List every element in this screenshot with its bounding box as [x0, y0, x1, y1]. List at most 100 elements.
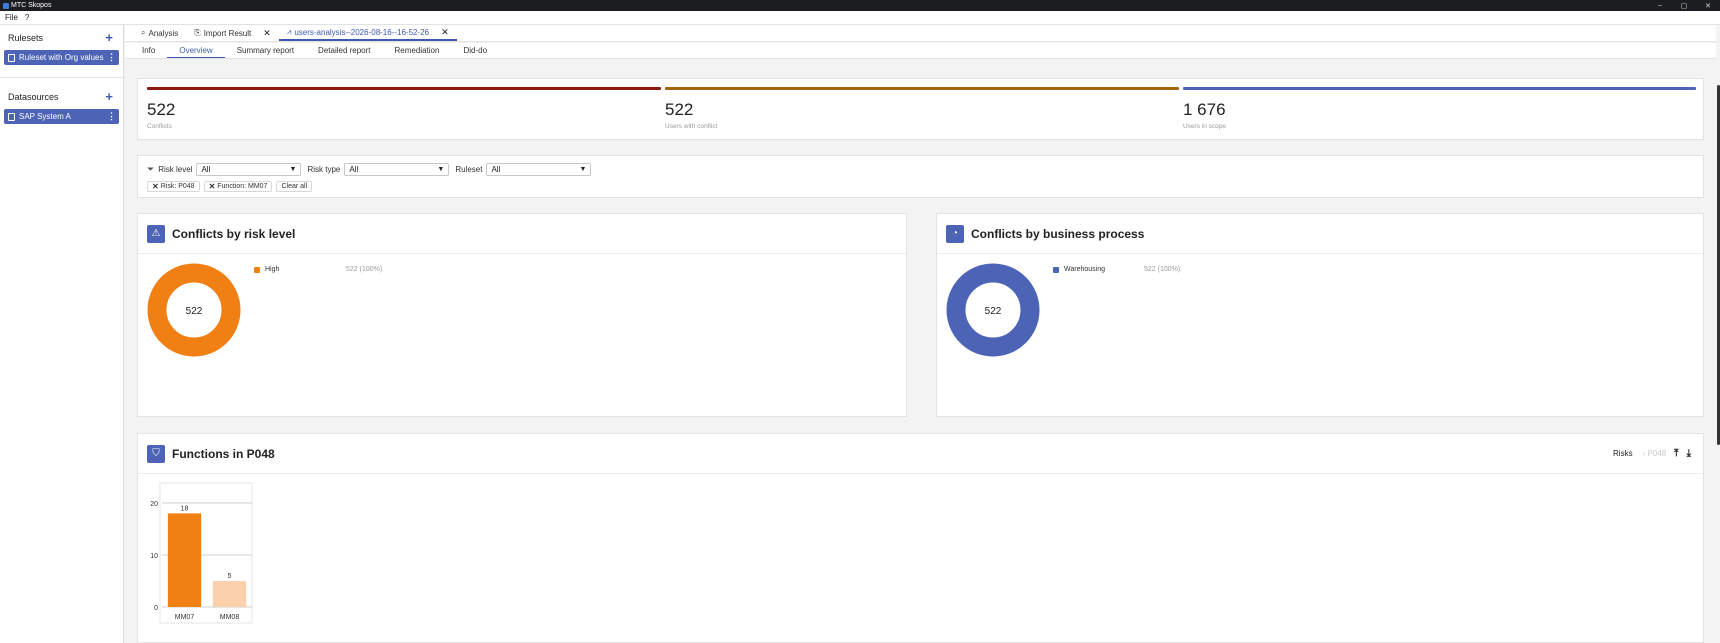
breadcrumb: ‹ P048: [1642, 449, 1667, 458]
chevron-down-icon: ▼: [289, 165, 297, 173]
business-process-card: ◔ Conflicts by business process: [936, 213, 1704, 417]
kpi-label: Conflicts: [147, 123, 172, 130]
chip-label: Function: MM07: [217, 183, 268, 190]
legend-label: High: [265, 266, 280, 273]
select-value: All: [201, 164, 211, 174]
kpi-value: 1 676: [1183, 100, 1226, 119]
more-options-icon[interactable]: ⋮: [107, 111, 116, 122]
risk-type-select[interactable]: All ▼: [344, 162, 450, 176]
bar-mm07[interactable]: [167, 513, 202, 607]
document-icon: [8, 53, 15, 62]
tab-users-analysis[interactable]: ⩘ users-analysis--2026-08-16--16-52-26 ✕: [278, 25, 457, 41]
card-header: ⚠ Conflicts by risk level: [138, 214, 906, 254]
window-title: MTC Skopos: [11, 2, 52, 9]
sidebar-item-ruleset[interactable]: Ruleset with Org values ⋮: [4, 50, 119, 65]
remove-chip-icon[interactable]: ✕: [209, 182, 216, 191]
kpi-users-in-scope: 1 676 Users in scope: [1183, 87, 1696, 141]
shield-icon: ⛉: [147, 444, 165, 463]
risk-level-card: ⚠ Conflicts by risk level: [137, 213, 907, 417]
donut-center-value: 522: [186, 306, 203, 317]
tab-overview[interactable]: Overview: [167, 43, 225, 58]
sort-up-icon[interactable]: ⤒: [1674, 448, 1678, 459]
tab-did-do[interactable]: Did-do: [451, 43, 499, 58]
card-title: Conflicts by business process: [971, 226, 1145, 241]
tab-detailed-report[interactable]: Detailed report: [306, 43, 382, 58]
tab-import-result[interactable]: ⎘ Import Result ✕: [186, 25, 279, 41]
card-title: Conflicts by risk level: [172, 226, 296, 241]
pie-chart-icon: ◔: [946, 224, 964, 243]
menu-bar: File ?: [0, 11, 1720, 25]
legend-label: Warehousing: [1064, 266, 1105, 273]
filter-chip-function[interactable]: ✕ Function: MM07: [203, 181, 273, 192]
kpi-bar: [147, 87, 661, 90]
ruleset-select[interactable]: All ▼: [486, 162, 592, 176]
kpi-bar: [665, 87, 1179, 90]
tab-label: Analysis: [148, 28, 179, 38]
card-header: ⛉ Functions in P048: [138, 434, 1703, 474]
document-icon: [8, 112, 15, 121]
risk-level-select[interactable]: All ▼: [196, 162, 302, 176]
chip-label: Risk: P048: [160, 183, 195, 190]
ruleset-filter-label: Ruleset: [455, 164, 483, 174]
x-tick-label: MM08: [220, 614, 240, 621]
kpi-value: 522: [147, 100, 176, 119]
tab-remediation[interactable]: Remediation: [383, 43, 452, 58]
filter-icon: ⏷: [147, 163, 155, 174]
tab-info[interactable]: Info: [125, 43, 167, 58]
kpi-card: 522 Conflicts 522 Users with conflict 1 …: [137, 78, 1704, 140]
legend-item-high[interactable]: High: [254, 266, 279, 273]
rulesets-header: Rulesets +: [0, 25, 123, 50]
tab-summary-report[interactable]: Summary report: [225, 43, 306, 58]
filter-card: ⏷ Risk level All ▼ Risk type All ▼ Rules…: [137, 155, 1704, 198]
tab-analysis[interactable]: ⌕ Analysis: [133, 25, 186, 41]
kpi-bar: [1183, 87, 1696, 90]
legend-value: 522 (100%): [346, 266, 383, 273]
functions-nav: Risks ‹ P048 ⤒ ⤓: [1613, 448, 1691, 459]
tab-label: users-analysis--2026-08-16--16-52-26: [294, 27, 430, 37]
more-options-icon[interactable]: ⋮: [107, 52, 116, 63]
window-title-bar: MTC Skopos – ▢ ✕: [0, 0, 1720, 11]
clear-all-button[interactable]: Clear all: [276, 181, 313, 192]
tab-label: Import Result: [203, 28, 252, 38]
donut-center-value: 522: [985, 306, 1002, 317]
menu-file[interactable]: File: [5, 13, 18, 22]
close-icon[interactable]: ✕: [263, 28, 271, 39]
search-icon: ⌕: [141, 28, 146, 37]
minimize-button[interactable]: –: [1648, 0, 1672, 11]
sidebar-item-datasource[interactable]: SAP System A ⋮: [4, 109, 119, 124]
filter-chip-risk[interactable]: ✕ Risk: P048: [147, 181, 200, 192]
legend-value: 522 (100%): [1144, 266, 1181, 273]
functions-card: ⛉ Functions in P048 Risks ‹ P048 ⤒ ⤓: [137, 433, 1704, 643]
restore-button[interactable]: ▢: [1672, 0, 1696, 11]
kpi-users-with-conflict: 522 Users with conflict: [665, 87, 1179, 141]
risk-type-label: Risk type: [307, 164, 341, 174]
menu-help[interactable]: ?: [25, 13, 29, 22]
kpi-label: Users with conflict: [665, 123, 718, 130]
chart-icon: ⩘: [286, 27, 292, 36]
datasource-label: SAP System A: [19, 112, 71, 121]
datasources-title: Datasources: [8, 91, 59, 102]
remove-chip-icon[interactable]: ✕: [152, 182, 159, 191]
window-controls: – ▢ ✕: [1648, 0, 1720, 11]
app-icon: [3, 2, 9, 9]
risks-nav-link[interactable]: Risks: [1613, 449, 1633, 458]
select-value: All: [349, 164, 359, 174]
risk-level-donut: 522: [147, 263, 241, 357]
y-tick-label: 10: [150, 553, 158, 560]
close-window-button[interactable]: ✕: [1696, 0, 1720, 11]
card-title: Functions in P048: [172, 446, 275, 461]
add-datasource-icon[interactable]: +: [105, 90, 113, 103]
close-icon[interactable]: ✕: [441, 27, 449, 38]
kpi-conflicts: 522 Conflicts: [147, 87, 661, 141]
legend-swatch: [1053, 266, 1059, 273]
legend-item-warehousing[interactable]: Warehousing: [1053, 266, 1105, 273]
business-process-donut: 522: [946, 263, 1040, 357]
legend-swatch: [254, 266, 260, 273]
vertical-scrollbar[interactable]: [1716, 25, 1720, 643]
bar-mm08[interactable]: [212, 581, 247, 607]
sidebar-divider: [0, 77, 123, 78]
rulesets-title: Rulesets: [8, 32, 44, 43]
sort-down-icon[interactable]: ⤓: [1687, 448, 1691, 459]
y-tick-label: 20: [150, 501, 158, 508]
add-ruleset-icon[interactable]: +: [105, 31, 113, 44]
